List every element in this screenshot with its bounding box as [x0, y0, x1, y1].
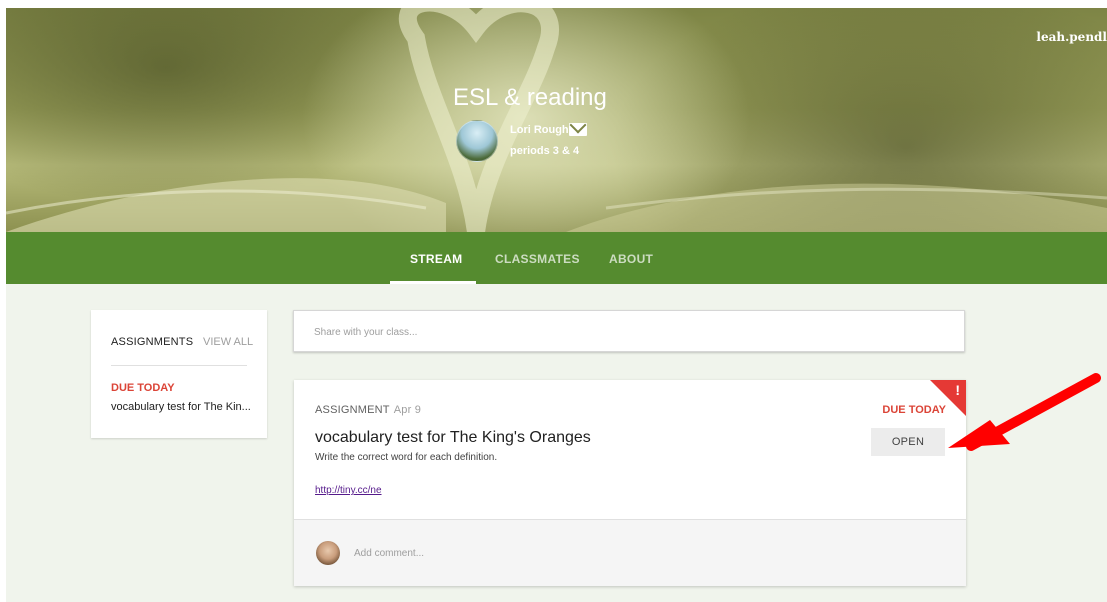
course-title: ESL & reading: [453, 84, 607, 111]
teacher-avatar: [456, 120, 498, 162]
tab-classmates[interactable]: CLASSMATES: [495, 252, 580, 266]
assignment-link[interactable]: http://tiny.cc/ne: [315, 485, 389, 496]
assignment-date: Apr 9: [393, 404, 422, 416]
add-comment-input[interactable]: Add comment...: [354, 548, 424, 559]
red-arrow-annotation: [948, 373, 1101, 451]
tab-about[interactable]: ABOUT: [609, 252, 653, 266]
view-all-link[interactable]: VIEW ALL: [203, 336, 253, 348]
course-banner: leah.pendl ESL & reading Lori Rough peri…: [6, 8, 1107, 232]
share-input[interactable]: Share with your class...: [293, 310, 965, 352]
assignments-card: ASSIGNMENTS VIEW ALL DUE TODAY vocabular…: [91, 310, 267, 438]
assignment-title[interactable]: vocabulary test for The King's Oranges: [315, 429, 591, 447]
user-name[interactable]: leah.pendl: [1036, 30, 1107, 44]
sidebar-assignment-item[interactable]: vocabulary test for The Kin...: [111, 401, 251, 413]
class-section: periods 3 & 4: [510, 145, 580, 157]
due-today-label: DUE TODAY: [111, 382, 175, 394]
assignment-type: ASSIGNMENT Apr 9: [315, 404, 421, 416]
tab-stream[interactable]: STREAM: [410, 252, 462, 266]
comment-bar[interactable]: Add comment...: [294, 519, 966, 586]
assignment-type-label: ASSIGNMENT: [315, 404, 390, 416]
teacher-name: Lori Rough: [510, 124, 569, 136]
mail-icon[interactable]: [569, 123, 587, 136]
divider: [111, 365, 247, 366]
share-placeholder: Share with your class...: [314, 327, 418, 338]
assignment-card: ! ASSIGNMENT Apr 9 DUE TODAY vocabulary t…: [294, 380, 966, 586]
course-nav-bar: STREAM CLASSMATES ABOUT: [6, 232, 1107, 284]
user-avatar: [316, 541, 340, 565]
assignments-heading: ASSIGNMENTS: [111, 336, 194, 348]
active-tab-indicator: [390, 281, 476, 284]
assignment-description: Write the correct word for each definiti…: [315, 452, 498, 463]
classroom-page: leah.pendl ESL & reading Lori Rough peri…: [6, 8, 1107, 602]
book-heart-image: [6, 8, 1107, 232]
